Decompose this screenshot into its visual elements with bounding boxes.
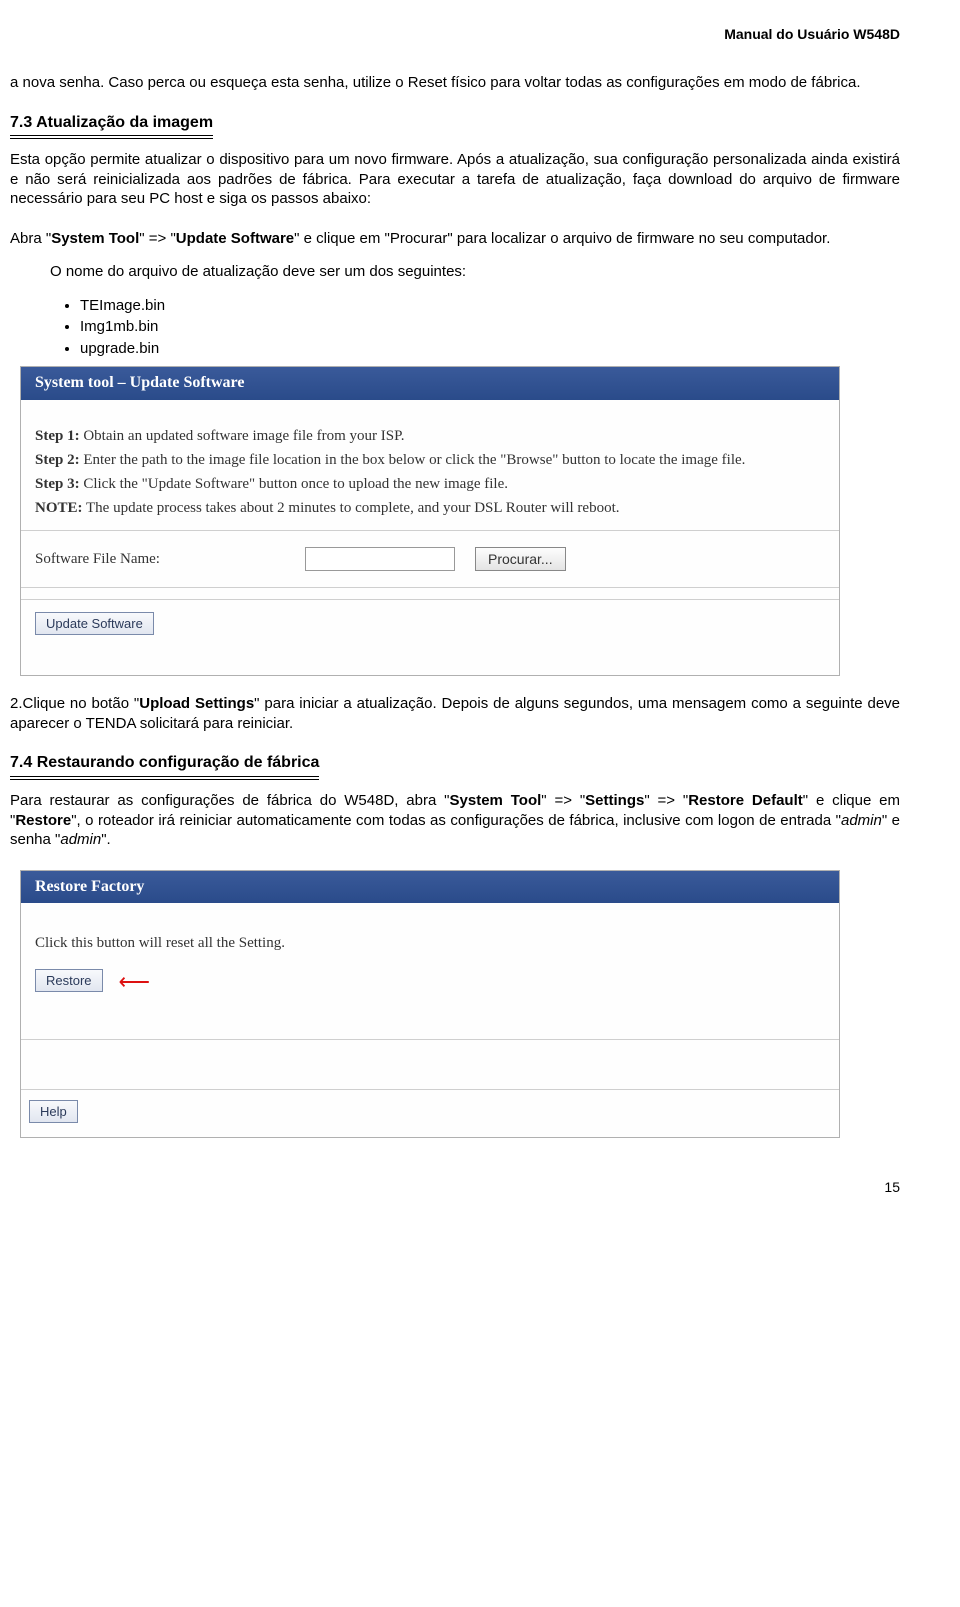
text-fragment: " => "	[139, 230, 176, 247]
text-fragment: " => "	[644, 792, 688, 809]
intro-paragraph: a nova senha. Caso perca ou esqueça esta…	[10, 73, 900, 93]
text-fragment: " => "	[541, 792, 585, 809]
panel-help-footer: Help	[21, 1089, 839, 1137]
text-bold: Settings	[585, 792, 644, 809]
divider	[21, 587, 839, 599]
step-label: Step 2:	[35, 452, 80, 468]
text-bold: Update Software	[176, 230, 294, 247]
filenames-intro: O nome do arquivo de atualização deve se…	[10, 262, 900, 282]
panel-title: Restore Factory	[21, 871, 839, 904]
section-7-3-intro: Esta opção permite atualizar o dispositi…	[10, 150, 900, 209]
help-button[interactable]: Help	[29, 1100, 78, 1123]
text-bold: Restore Default	[688, 792, 803, 809]
file-name-input[interactable]	[305, 547, 455, 571]
divider	[21, 1039, 839, 1089]
update-software-panel: System tool – Update Software Step 1: Ob…	[20, 366, 840, 676]
text-fragment: Abra "	[10, 230, 51, 247]
text-fragment: " e clique em "Procurar" para localizar …	[294, 230, 830, 247]
panel-body: Click this button will reset all the Set…	[21, 903, 839, 1038]
manual-header: Manual do Usuário W548D	[10, 25, 900, 43]
text-italic: admin	[841, 812, 882, 829]
section-7-4-title: 7.4 Restaurando configuração de fábrica	[10, 753, 319, 777]
text-bold: Restore	[15, 812, 71, 829]
restore-button[interactable]: Restore	[35, 969, 103, 992]
text-fragment: Para restaurar as configurações de fábri…	[10, 792, 450, 809]
restore-text: Click this button will reset all the Set…	[35, 931, 825, 955]
list-item: TEImage.bin	[80, 296, 900, 316]
text-bold: System Tool	[51, 230, 139, 247]
note-label: NOTE:	[35, 500, 83, 516]
page-number: 15	[10, 1178, 900, 1196]
step-label: Step 1:	[35, 428, 80, 444]
text-italic: admin	[60, 831, 101, 848]
panel-instructions: Step 1: Obtain an updated software image…	[21, 400, 839, 530]
text-bold: Upload Settings	[139, 695, 254, 712]
post-panel-paragraph: 2.Clique no botão "Upload Settings" para…	[10, 694, 900, 733]
note-text: The update process takes about 2 minutes…	[83, 500, 620, 516]
step-label: Step 3:	[35, 476, 80, 492]
step-text: Obtain an updated software image file fr…	[80, 428, 405, 444]
text-bold: System Tool	[450, 792, 542, 809]
text-fragment: 2.Clique no botão "	[10, 695, 139, 712]
text-fragment: ".	[101, 831, 111, 848]
section-7-3-title: 7.3 Atualização da imagem	[10, 113, 213, 137]
step-text: Enter the path to the image file locatio…	[80, 452, 746, 468]
browse-button[interactable]: Procurar...	[475, 547, 566, 571]
panel-title: System tool – Update Software	[21, 367, 839, 400]
panel-footer: Update Software	[21, 599, 839, 675]
file-name-label: Software File Name:	[35, 550, 285, 570]
restore-factory-panel: Restore Factory Click this button will r…	[20, 870, 840, 1138]
step-text: Click the "Update Software" button once …	[80, 476, 508, 492]
list-item: Img1mb.bin	[80, 317, 900, 337]
filename-list: TEImage.bin Img1mb.bin upgrade.bin	[10, 296, 900, 359]
text-fragment: ", o roteador irá reiniciar automaticame…	[71, 812, 841, 829]
file-row: Software File Name: Procurar...	[21, 530, 839, 587]
list-item: upgrade.bin	[80, 339, 900, 359]
arrow-left-icon: ⟵	[119, 964, 151, 999]
section-7-4-paragraph: Para restaurar as configurações de fábri…	[10, 791, 900, 850]
section-7-3-step: Abra "System Tool" => "Update Software" …	[10, 229, 900, 249]
update-software-button[interactable]: Update Software	[35, 612, 154, 635]
